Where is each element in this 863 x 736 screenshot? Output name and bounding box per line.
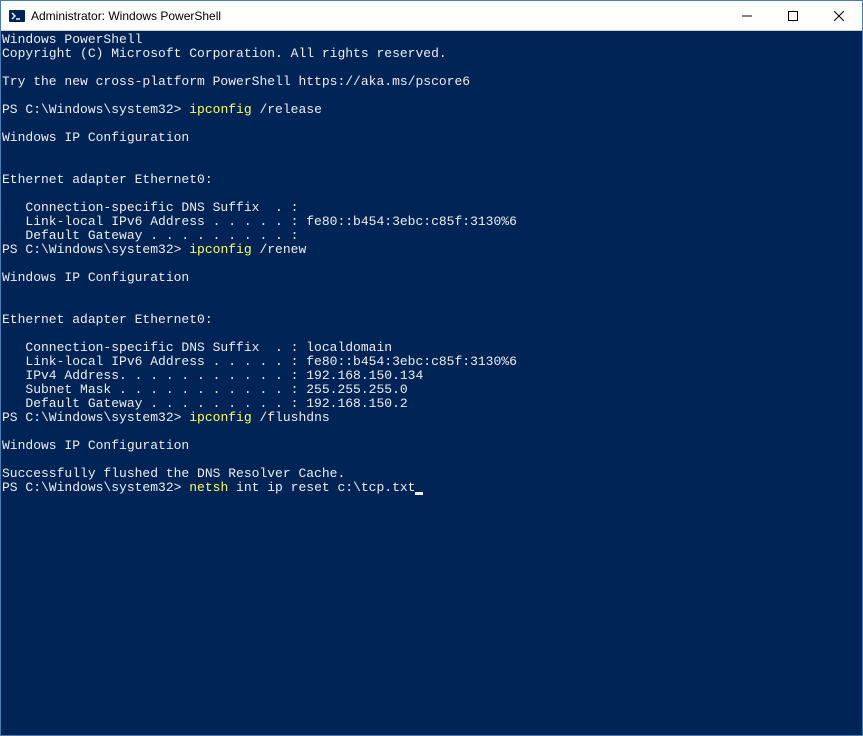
- prompt: PS C:\Windows\system32>: [2, 480, 189, 495]
- terminal-line: Default Gateway . . . . . . . . . :: [2, 228, 298, 243]
- prompt: PS C:\Windows\system32>: [2, 410, 189, 425]
- powershell-icon: [9, 8, 25, 24]
- terminal-line: Windows IP Configuration: [2, 130, 189, 145]
- terminal-line: Link-local IPv6 Address . . . . . : fe80…: [2, 214, 517, 229]
- close-button[interactable]: [816, 1, 862, 30]
- terminal-line: Connection-specific DNS Suffix . : local…: [2, 340, 392, 355]
- cursor: [415, 492, 423, 495]
- command-text: ipconfig: [189, 410, 251, 425]
- command-args: /renew: [252, 242, 307, 257]
- maximize-button[interactable]: [770, 1, 816, 30]
- command-args: int ip reset c:\tcp.txt: [228, 480, 415, 495]
- window-title: Administrator: Windows PowerShell: [31, 9, 724, 23]
- terminal-line: Connection-specific DNS Suffix . :: [2, 200, 298, 215]
- terminal-line: Subnet Mask . . . . . . . . . . . : 255.…: [2, 382, 408, 397]
- command-args: /release: [252, 102, 322, 117]
- terminal-line: Link-local IPv6 Address . . . . . : fe80…: [2, 354, 517, 369]
- command-args: /flushdns: [252, 410, 330, 425]
- titlebar[interactable]: Administrator: Windows PowerShell: [1, 1, 862, 31]
- minimize-button[interactable]: [724, 1, 770, 30]
- prompt: PS C:\Windows\system32>: [2, 242, 189, 257]
- terminal-line: Try the new cross-platform PowerShell ht…: [2, 74, 470, 89]
- terminal-line: Copyright (C) Microsoft Corporation. All…: [2, 46, 447, 61]
- window-controls: [724, 1, 862, 30]
- terminal-line: Windows PowerShell: [2, 32, 142, 47]
- terminal-line: Windows IP Configuration: [2, 270, 189, 285]
- command-text: netsh: [189, 480, 228, 495]
- terminal-line: Windows IP Configuration: [2, 438, 189, 453]
- terminal-line: Successfully flushed the DNS Resolver Ca…: [2, 466, 345, 481]
- terminal-line: IPv4 Address. . . . . . . . . . . : 192.…: [2, 368, 423, 383]
- command-text: ipconfig: [189, 242, 251, 257]
- terminal-body[interactable]: Windows PowerShell Copyright (C) Microso…: [1, 31, 862, 735]
- command-text: ipconfig: [189, 102, 251, 117]
- prompt: PS C:\Windows\system32>: [2, 102, 189, 117]
- terminal-line: Ethernet adapter Ethernet0:: [2, 312, 213, 327]
- terminal-line: Default Gateway . . . . . . . . . : 192.…: [2, 396, 408, 411]
- terminal-line: Ethernet adapter Ethernet0:: [2, 172, 213, 187]
- powershell-window: Administrator: Windows PowerShell Window…: [0, 0, 863, 736]
